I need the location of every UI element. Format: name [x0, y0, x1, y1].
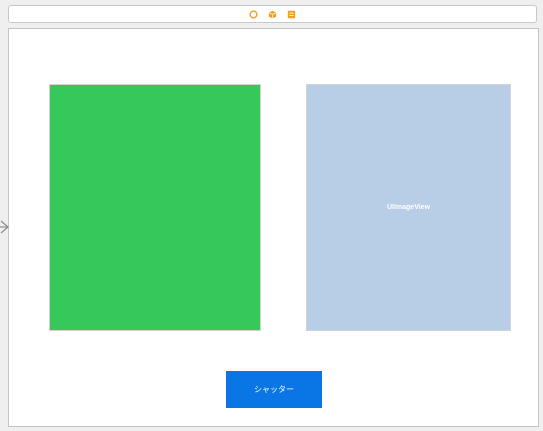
view-controller-icon[interactable]	[248, 9, 259, 20]
exit-icon[interactable]	[286, 9, 297, 20]
image-view-label: UIImageView	[386, 204, 431, 211]
shutter-button[interactable]: シャッター	[226, 371, 322, 408]
image-view[interactable]: UIImageView	[306, 84, 511, 331]
view-controller-canvas: UIImageView シャッター	[8, 28, 539, 427]
first-responder-icon[interactable]	[267, 9, 278, 20]
scene-dock	[8, 5, 537, 23]
entry-point-arrow-icon	[0, 220, 9, 234]
green-preview-view[interactable]	[49, 84, 261, 331]
